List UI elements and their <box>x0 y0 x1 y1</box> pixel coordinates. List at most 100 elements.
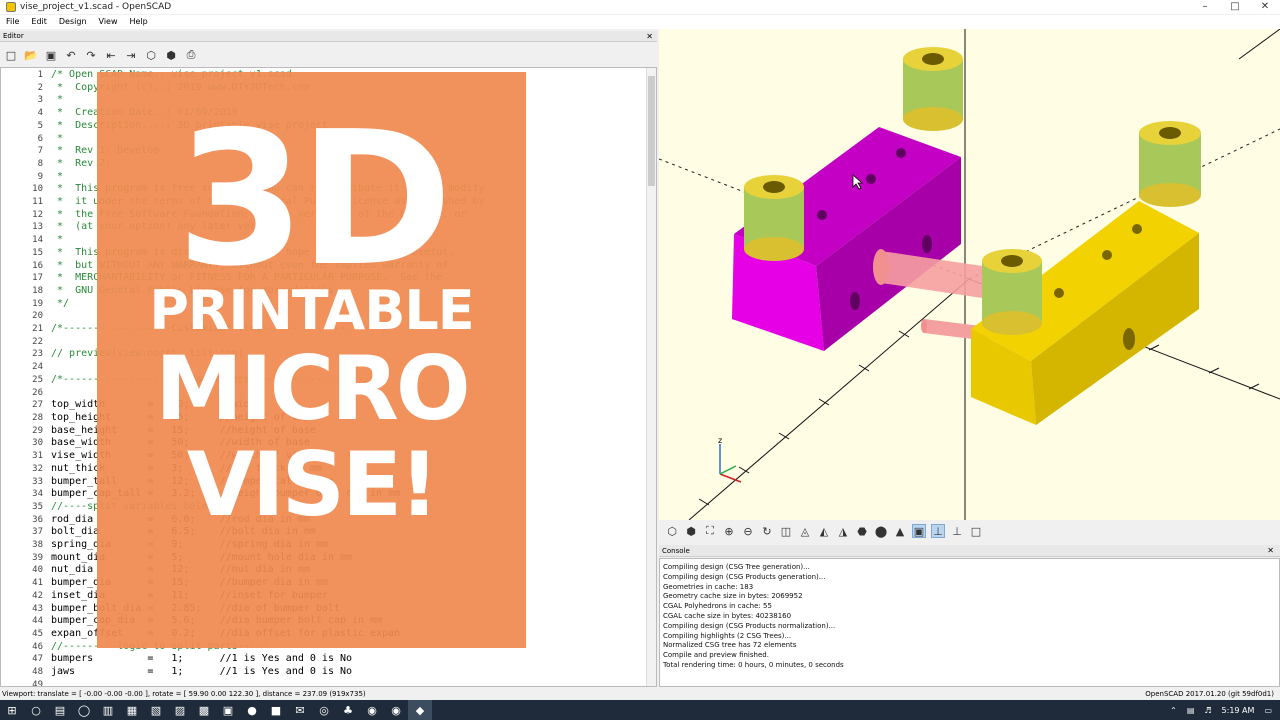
app-icon[interactable]: ◎ <box>312 700 336 720</box>
app-icon[interactable]: ■ <box>264 700 288 720</box>
orthogonal-icon[interactable]: ▣ <box>912 524 926 538</box>
openscad-taskbar-icon[interactable]: ◆ <box>408 700 432 720</box>
preview-icon[interactable]: ⬡ <box>144 48 158 62</box>
editor-close-icon[interactable]: ✕ <box>646 31 653 42</box>
network-icon[interactable]: ▤ <box>1187 706 1195 715</box>
mail-icon[interactable]: ✉ <box>288 700 312 720</box>
view-bottom-icon[interactable]: ◭ <box>817 524 831 538</box>
app-icon[interactable]: ▧ <box>144 700 168 720</box>
line-number: 16 <box>32 260 43 271</box>
store-icon[interactable]: ▦ <box>120 700 144 720</box>
overlay-vise-text: VISE! <box>186 433 439 536</box>
line-number: 3 <box>37 95 43 106</box>
menu-edit[interactable]: Edit <box>25 15 53 29</box>
notification-icon[interactable]: ▭ <box>1264 706 1272 715</box>
title-bar: vise_project_v1.scad - OpenSCAD – □ ✕ <box>0 0 1280 14</box>
view-all-icon[interactable]: ⛶ <box>703 524 717 538</box>
line-number: 30 <box>32 438 43 449</box>
view-right-icon[interactable]: ◫ <box>779 524 793 538</box>
view-top-icon[interactable]: ◬ <box>798 524 812 538</box>
console-close-icon[interactable]: ✕ <box>1267 545 1274 557</box>
line-number: 36 <box>32 514 43 525</box>
line-number: 39 <box>32 552 43 563</box>
console-output[interactable]: Compiling design (CSG Tree generation)..… <box>659 558 1280 687</box>
line-number: 22 <box>32 336 43 347</box>
show-axes-icon[interactable]: ⊥ <box>931 524 945 538</box>
line-number: 23 <box>32 349 43 360</box>
menu-view[interactable]: View <box>93 15 124 29</box>
3d-viewport[interactable]: z <box>659 29 1280 520</box>
preview-icon[interactable]: ⬡ <box>665 524 679 538</box>
task-view-icon[interactable]: ▤ <box>48 700 72 720</box>
edge-browser-icon[interactable]: ◯ <box>72 700 96 720</box>
line-number-gutter: 1 2 3 4 5 6 7 8 9 10 11 12 13 14 15 16 17 18 19 20 21 22 23 24 2… <box>1 68 49 686</box>
save-icon[interactable]: ▣ <box>44 48 58 62</box>
openscad-app-icon <box>6 2 16 12</box>
export-stl-icon[interactable]: ⎙ <box>184 48 198 62</box>
render-icon[interactable]: ⬢ <box>684 524 698 538</box>
line-number: 46 <box>32 641 43 652</box>
app-icon[interactable]: ▣ <box>216 700 240 720</box>
app-icon[interactable]: ▩ <box>192 700 216 720</box>
title-overlay: 3D PRINTABLE MICRO VISE! <box>97 72 526 648</box>
app-icon[interactable]: ♣ <box>336 700 360 720</box>
search-icon[interactable]: ○ <box>24 700 48 720</box>
overlay-printable-text: PRINTABLE <box>149 279 474 342</box>
bumper-1 <box>903 47 963 131</box>
app-icon[interactable]: ◉ <box>360 700 384 720</box>
tray-chevron-icon[interactable]: ⌃ <box>1170 706 1177 715</box>
chrome-icon[interactable]: ◉ <box>384 700 408 720</box>
maximize-icon[interactable]: □ <box>1220 0 1250 14</box>
view-back-icon[interactable]: ⬤ <box>874 524 888 538</box>
line-number: 25 <box>32 374 43 385</box>
show-edges-icon[interactable]: □ <box>969 524 983 538</box>
clock[interactable]: 5:19 AM <box>1222 706 1255 715</box>
perspective-icon[interactable]: ▲ <box>893 524 907 538</box>
unindent-icon[interactable]: ⇤ <box>104 48 118 62</box>
redo-icon[interactable]: ↷ <box>84 48 98 62</box>
line-number: 8 <box>37 158 43 169</box>
new-file-icon[interactable]: □ <box>4 48 18 62</box>
line-number: 44 <box>32 616 43 627</box>
app-icon[interactable]: ▨ <box>168 700 192 720</box>
close-icon[interactable]: ✕ <box>1250 0 1280 14</box>
axis-z-label: z <box>718 436 722 445</box>
zoom-out-icon[interactable]: ⊖ <box>741 524 755 538</box>
view-front-icon[interactable]: ⬣ <box>855 524 869 538</box>
editor-panel-header: Editor ✕ <box>0 31 657 42</box>
line-number: 40 <box>32 565 43 576</box>
console-line: CGAL cache size in bytes: 40238160 <box>663 611 792 620</box>
reset-view-icon[interactable]: ↻ <box>760 524 774 538</box>
undo-icon[interactable]: ↶ <box>64 48 78 62</box>
line-number: 35 <box>32 501 43 512</box>
console-line: CGAL Polyhedrons in cache: 55 <box>663 602 772 611</box>
line-number: 19 <box>32 298 43 309</box>
menu-design[interactable]: Design <box>53 15 93 29</box>
volume-icon[interactable]: ♬ <box>1204 706 1211 715</box>
view-left-icon[interactable]: ◮ <box>836 524 850 538</box>
open-file-icon[interactable]: 📂 <box>24 48 38 62</box>
line-number: 13 <box>32 222 43 233</box>
window-title: vise_project_v1.scad - OpenSCAD <box>20 2 172 12</box>
console-line: Compiling design (CSG Products normaliza… <box>663 621 836 630</box>
console-line: Geometry cache size in bytes: 2069952 <box>663 592 803 601</box>
file-explorer-icon[interactable]: ▥ <box>96 700 120 720</box>
console-line: Compiling design (CSG Products generatio… <box>663 572 826 581</box>
line-number: 28 <box>32 412 43 423</box>
minimize-icon[interactable]: – <box>1190 0 1220 14</box>
start-icon[interactable]: ⊞ <box>0 700 24 720</box>
show-scale-markers-icon[interactable]: ⊥ <box>950 524 964 538</box>
indent-icon[interactable]: ⇥ <box>124 48 138 62</box>
line-number: 21 <box>32 324 43 335</box>
line-number: 37 <box>32 527 43 538</box>
editor-scrollbar[interactable] <box>646 68 656 686</box>
editor-scrollbar-thumb[interactable] <box>648 76 655 186</box>
app-icon[interactable]: ● <box>240 700 264 720</box>
zoom-in-icon[interactable]: ⊕ <box>722 524 736 538</box>
menu-help[interactable]: Help <box>124 15 154 29</box>
line-number: 31 <box>32 451 43 462</box>
line-number: 9 <box>37 171 43 182</box>
render-icon[interactable]: ⬢ <box>164 48 178 62</box>
menu-file[interactable]: File <box>0 15 25 29</box>
line-number: 49 <box>32 679 43 687</box>
